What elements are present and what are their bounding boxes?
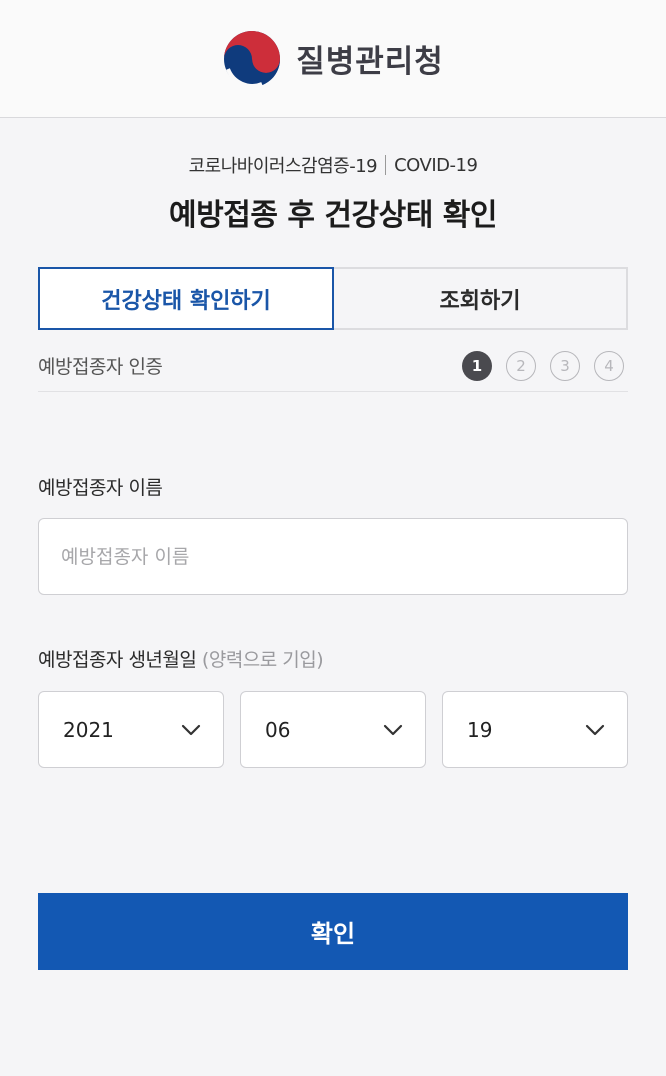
birth-label-text: 예방접종자 생년월일 [38, 649, 197, 671]
step-indicator-row: 예방접종자 인증 1 2 3 4 [38, 340, 628, 392]
confirm-button[interactable]: 확인 [38, 893, 628, 970]
tab-bar: 건강상태 확인하기 조회하기 [38, 267, 628, 330]
birth-year-select[interactable]: 2021 [38, 691, 224, 768]
step-3: 3 [550, 350, 580, 381]
birth-day-value: 19 [467, 717, 493, 742]
birth-field-label: 예방접종자 생년월일 (양력으로 기입) [38, 645, 324, 672]
breadcrumb-category: 코로나바이러스감염증-19 [188, 156, 378, 177]
taegeuk-logo-icon [224, 30, 281, 88]
step-2: 2 [506, 350, 536, 381]
chevron-down-icon [383, 724, 403, 735]
agency-brand[interactable]: 질병관리청 [222, 29, 444, 89]
name-field-label: 예방접종자 이름 [38, 477, 163, 499]
breadcrumb-divider [385, 155, 387, 175]
tab-lookup[interactable]: 조회하기 [334, 267, 628, 330]
birth-day-select[interactable]: 19 [442, 691, 628, 768]
step-indicator: 1 2 3 4 [462, 350, 628, 381]
page-title: 예방접종 후 건강상태 확인 [169, 198, 497, 233]
app-header: 질병관리청 [0, 0, 666, 118]
step-title: 예방접종자 인증 [38, 356, 163, 378]
birth-month-value: 06 [265, 717, 291, 742]
name-input[interactable] [38, 518, 628, 595]
breadcrumb: 코로나바이러스감염증-19 COVID-19 [0, 152, 666, 178]
agency-name: 질병관리청 [296, 44, 444, 80]
chevron-down-icon [181, 724, 201, 735]
birth-month-select[interactable]: 06 [240, 691, 426, 768]
breadcrumb-english: COVID-19 [394, 154, 478, 176]
birth-label-hint: (양력으로 기입) [201, 649, 324, 671]
chevron-down-icon [585, 724, 605, 735]
birth-year-value: 2021 [63, 717, 114, 742]
step-4: 4 [594, 350, 624, 381]
tab-health-check[interactable]: 건강상태 확인하기 [38, 267, 334, 330]
step-1: 1 [462, 350, 492, 381]
